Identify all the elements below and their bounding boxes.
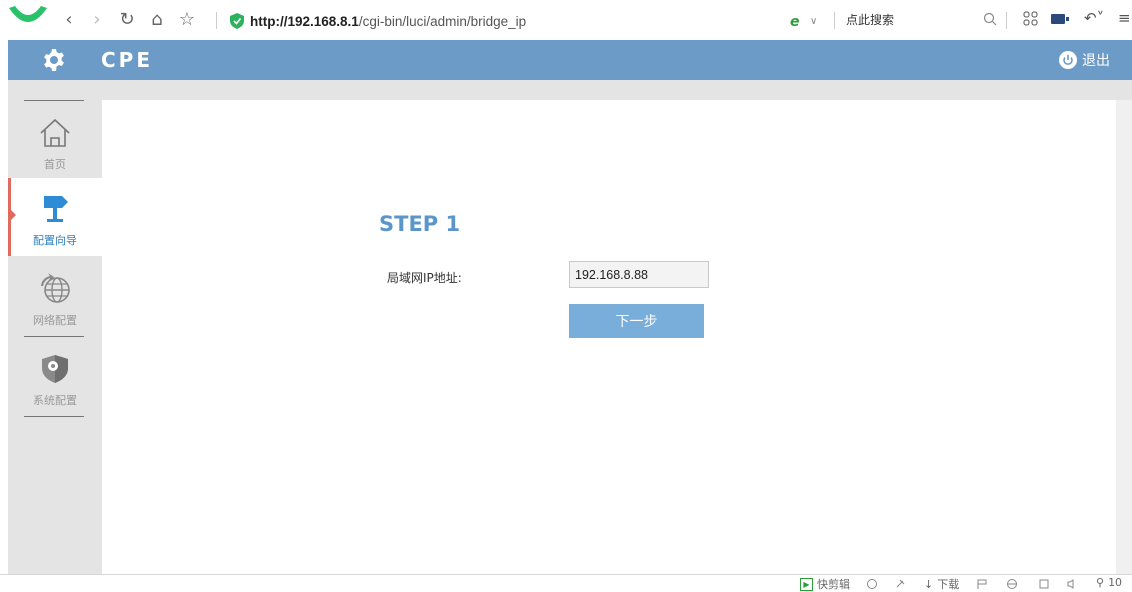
next-step-button[interactable]: 下一步 bbox=[569, 304, 704, 338]
active-arrow bbox=[11, 210, 16, 220]
sidebar-item-setup-wizard[interactable]: 配置向导 bbox=[8, 178, 102, 256]
screen-icon[interactable] bbox=[1050, 12, 1070, 26]
sidebar-divider bbox=[24, 100, 84, 101]
flag-icon[interactable] bbox=[976, 578, 988, 590]
browser-home-icon[interactable]: ⌂ bbox=[146, 9, 168, 31]
browser-toolbar: ‹ › ↻ ⌂ ☆ http://192.168.8.1/cgi-bin/luc… bbox=[0, 0, 1132, 40]
search-box[interactable]: 点此搜索 bbox=[846, 11, 894, 28]
logout-label: 退出 bbox=[1082, 53, 1110, 69]
zoom-icon: ⚲ bbox=[1096, 576, 1105, 589]
browser-status-bar: ▶ 快剪辑 ↓ 下载 ⚲ 10 bbox=[0, 574, 1132, 592]
download-arrow-icon: ↓ bbox=[924, 577, 934, 591]
home-icon bbox=[40, 118, 70, 147]
browser-logo-icon bbox=[9, 6, 47, 22]
lan-ip-input[interactable] bbox=[569, 261, 709, 288]
sidebar-item-label: 网络配置 bbox=[33, 314, 77, 327]
address-bar[interactable]: http://192.168.8.1/cgi-bin/luci/admin/br… bbox=[230, 10, 526, 32]
toolbar-divider bbox=[1006, 12, 1007, 29]
ie-icon[interactable] bbox=[866, 578, 878, 590]
step-title: STEP 1 bbox=[379, 212, 461, 236]
toolbar-divider bbox=[216, 12, 217, 29]
power-icon bbox=[1059, 51, 1077, 69]
signpost-icon bbox=[44, 196, 68, 222]
volume-icon[interactable] bbox=[1066, 578, 1078, 590]
forward-icon[interactable]: › bbox=[86, 9, 108, 31]
download-label: 下载 bbox=[937, 578, 960, 591]
globe-icon bbox=[41, 273, 70, 303]
toolbar-divider bbox=[834, 12, 835, 29]
quickcut-label: 快剪辑 bbox=[817, 578, 850, 591]
window-icon[interactable] bbox=[1038, 578, 1050, 590]
app-header: CPE 退出 bbox=[8, 40, 1132, 80]
sidebar-item-home[interactable]: 首页 bbox=[8, 102, 102, 180]
browser-engine-icon[interactable] bbox=[1006, 578, 1018, 590]
refresh-icon[interactable]: ↻ bbox=[116, 9, 138, 31]
undo-icon[interactable]: ↶˅ bbox=[1084, 9, 1104, 27]
chevron-down-icon: ∨ bbox=[810, 15, 818, 27]
back-icon[interactable]: ‹ bbox=[58, 9, 80, 31]
logout-button[interactable]: 退出 bbox=[1059, 50, 1110, 70]
play-icon: ▶ bbox=[800, 577, 813, 591]
sidebar-divider bbox=[24, 336, 84, 337]
url-host: http://192.168.8.1 bbox=[250, 13, 359, 29]
shield-gear-icon bbox=[42, 355, 68, 383]
menu-icon[interactable]: ≡ bbox=[1118, 9, 1131, 27]
zoom-control[interactable]: ⚲ 10 bbox=[1096, 576, 1122, 589]
sidebar-item-label: 配置向导 bbox=[33, 234, 77, 247]
quickcut-button[interactable]: ▶ 快剪辑 bbox=[800, 576, 850, 592]
pin-icon[interactable] bbox=[894, 578, 906, 590]
search-icon[interactable] bbox=[982, 11, 998, 27]
gear-icon bbox=[44, 49, 64, 71]
main-content: STEP 1 局域网IP地址: 下一步 bbox=[102, 100, 1116, 574]
sidebar: 首页 配置向导 网络配置 系统配置 bbox=[8, 80, 102, 574]
scrollbar[interactable] bbox=[1116, 100, 1132, 574]
sidebar-item-system-config[interactable]: 系统配置 bbox=[8, 338, 102, 416]
sidebar-divider bbox=[24, 416, 84, 417]
zoom-label: 10 bbox=[1108, 576, 1123, 589]
favorite-star-icon[interactable]: ☆ bbox=[176, 9, 198, 31]
secure-shield-icon bbox=[230, 13, 244, 29]
url-path: /cgi-bin/luci/admin/bridge_ip bbox=[358, 13, 527, 29]
sidebar-item-label: 首页 bbox=[44, 158, 66, 171]
sidebar-item-network-config[interactable]: 网络配置 bbox=[8, 258, 102, 336]
download-button[interactable]: ↓ 下载 bbox=[924, 576, 959, 592]
lan-ip-label: 局域网IP地址: bbox=[387, 271, 462, 285]
search-engine-selector[interactable]: e ∨ bbox=[790, 10, 817, 32]
app-title: CPE bbox=[101, 48, 153, 72]
content-top-strip bbox=[8, 80, 1132, 100]
sidebar-item-label: 系统配置 bbox=[33, 394, 77, 407]
apps-grid-icon[interactable] bbox=[1022, 10, 1040, 28]
search-engine-icon: e bbox=[790, 14, 800, 30]
url-text: http://192.168.8.1/cgi-bin/luci/admin/br… bbox=[250, 14, 526, 29]
